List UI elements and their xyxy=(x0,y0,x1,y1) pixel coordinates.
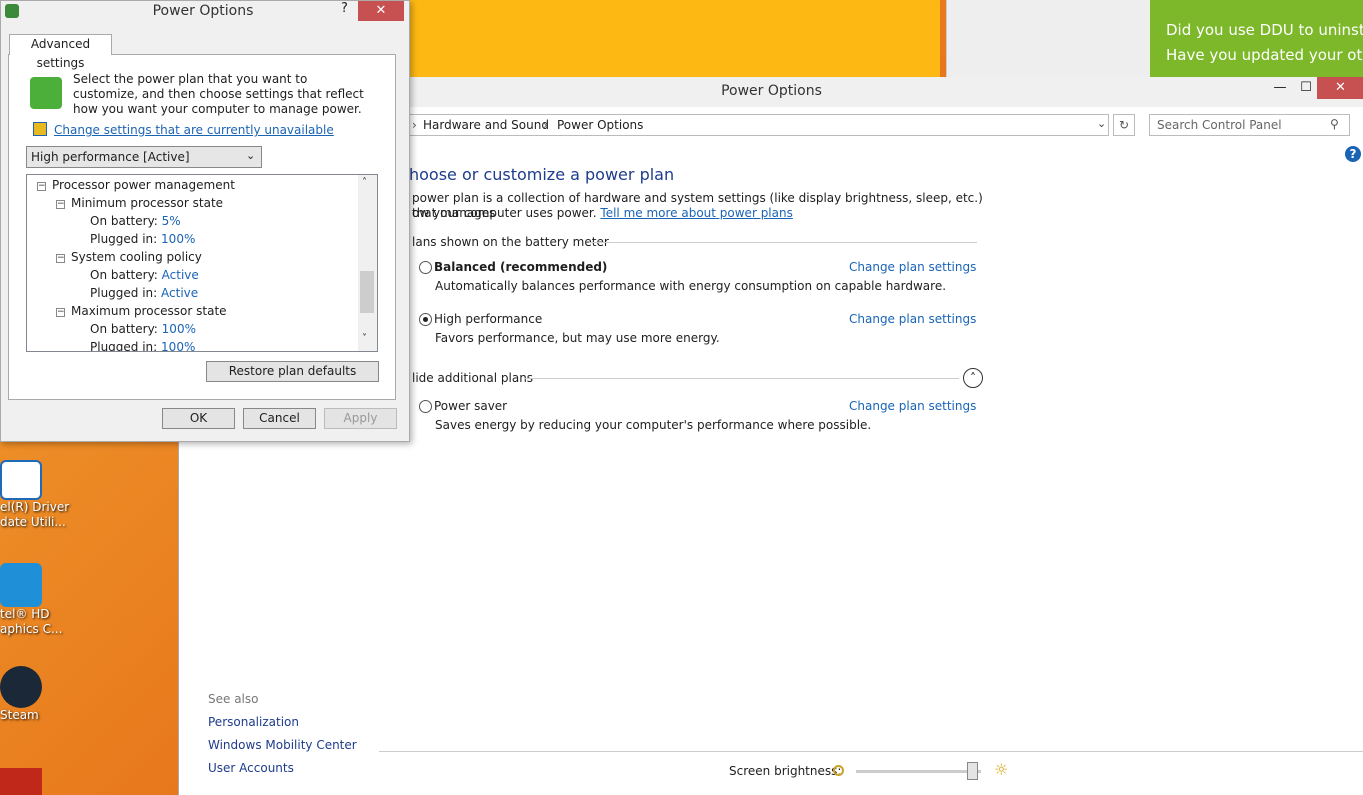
help-button[interactable]: ? xyxy=(341,1,348,16)
plan-description: Automatically balances performance with … xyxy=(435,279,947,293)
notification-line: Have you updated your othe xyxy=(1166,46,1363,64)
tab-advanced-settings[interactable]: Advanced settings xyxy=(9,34,112,70)
steam-icon xyxy=(0,666,42,708)
see-also-link[interactable]: Personalization xyxy=(208,715,299,730)
intro-text: ow your computer uses power. Tell me mor… xyxy=(412,206,793,220)
apply-button[interactable]: Apply xyxy=(324,408,397,429)
plan-dropdown-value: High performance [Active] xyxy=(31,150,190,164)
chevron-right-icon: › xyxy=(412,118,417,132)
collapse-node-icon[interactable]: − xyxy=(37,182,46,191)
divider xyxy=(379,751,1363,752)
plan-description: Saves energy by reducing your computer's… xyxy=(435,418,872,432)
see-also-link[interactable]: Windows Mobility Center xyxy=(208,738,357,753)
breadcrumb-item[interactable]: Hardware and Sound xyxy=(423,118,549,132)
tree-root[interactable]: Processor power management xyxy=(52,178,235,192)
close-button[interactable]: ✕ xyxy=(1317,77,1363,99)
divider xyxy=(524,378,959,379)
help-icon[interactable]: ? xyxy=(1345,146,1361,162)
see-also-heading: See also xyxy=(208,692,259,706)
tree-leaf[interactable]: On battery: Active xyxy=(90,268,199,282)
chevron-up-icon[interactable]: ˄ xyxy=(362,177,367,188)
chevron-down-icon[interactable]: ⌄ xyxy=(1097,117,1106,130)
change-plan-link[interactable]: Change plan settings xyxy=(849,260,976,275)
background-window xyxy=(946,0,1151,78)
change-unavailable-settings-link[interactable]: Change settings that are currently unava… xyxy=(54,123,334,138)
tree-group[interactable]: Maximum processor state xyxy=(71,304,227,318)
desktop-icon-intel-driver[interactable]: el(R) Driver date Utili... xyxy=(0,460,80,530)
collapse-node-icon[interactable]: − xyxy=(56,254,65,263)
see-also-link[interactable]: User Accounts xyxy=(208,761,294,776)
tree-leaf[interactable]: Plugged in: 100% xyxy=(90,232,195,246)
advanced-settings-dialog: Power Options ? ✕ Advanced settings Sele… xyxy=(0,0,410,442)
plan-description: Favors performance, but may use more ene… xyxy=(435,331,720,345)
desktop-icon-label: date Utili... xyxy=(0,515,66,529)
chevron-right-icon: › xyxy=(543,118,548,132)
shield-icon xyxy=(33,122,47,136)
chevron-down-icon[interactable]: ˅ xyxy=(362,333,367,344)
desktop-icon-label: aphics C... xyxy=(0,622,63,636)
intel-graphics-icon xyxy=(0,563,42,607)
app-icon[interactable] xyxy=(0,768,42,795)
plan-dropdown[interactable]: High performance [Active] ⌄ xyxy=(26,146,262,168)
plan-name: Balanced (recommended) xyxy=(434,260,608,274)
intel-icon xyxy=(0,460,42,500)
tree-leaf[interactable]: On battery: 5% xyxy=(90,214,181,228)
collapse-icon[interactable]: ˄ xyxy=(963,368,983,388)
plan-radio-power-saver[interactable] xyxy=(419,400,432,413)
tree-group[interactable]: System cooling policy xyxy=(71,250,202,264)
divider xyxy=(589,242,977,243)
section-title: lide additional plans xyxy=(412,371,534,385)
plan-name: Power saver xyxy=(434,399,508,413)
plan-radio-balanced[interactable] xyxy=(419,261,432,274)
restore-defaults-button[interactable]: Restore plan defaults xyxy=(206,361,379,382)
settings-tree[interactable]: − Processor power management − Minimum p… xyxy=(26,174,378,352)
address-bar[interactable]: › Hardware and Sound › Power Options ⌄ xyxy=(409,114,1109,136)
dialog-description: Select the power plan that you want to c… xyxy=(73,72,364,116)
learn-more-link[interactable]: Tell me more about power plans xyxy=(600,206,792,220)
plan-radio-high-performance[interactable] xyxy=(419,313,432,326)
search-icon[interactable]: ⚲ xyxy=(1330,117,1339,131)
close-button[interactable]: ✕ xyxy=(358,1,404,21)
change-plan-link[interactable]: Change plan settings xyxy=(849,312,976,327)
desktop-icon-label: tel® HD xyxy=(0,607,50,621)
chevron-down-icon: ⌄ xyxy=(246,149,256,162)
section-title: lans shown on the battery meter xyxy=(412,235,609,249)
change-plan-link[interactable]: Change plan settings xyxy=(849,399,976,414)
notification-panel: Did you use DDU to uninstal Have you upd… xyxy=(1150,0,1363,78)
page-title: hoose or customize a power plan xyxy=(409,165,675,184)
search-placeholder: Search Control Panel xyxy=(1157,118,1282,132)
tree-leaf[interactable]: Plugged in: 100% xyxy=(90,340,195,351)
brightness-slider-thumb[interactable] xyxy=(966,762,978,780)
dim-sun-icon xyxy=(833,765,844,776)
notification-line: Did you use DDU to uninstal xyxy=(1166,21,1363,39)
brightness-slider-track[interactable] xyxy=(856,770,981,773)
cancel-button[interactable]: Cancel xyxy=(243,408,316,429)
ok-button[interactable]: OK xyxy=(162,408,235,429)
bright-sun-icon: ☼ xyxy=(994,760,1009,779)
plan-name: High performance xyxy=(434,312,543,326)
background-window xyxy=(410,0,940,78)
tree-leaf[interactable]: On battery: 100% xyxy=(90,322,196,336)
desktop-icon-steam[interactable]: Steam xyxy=(0,666,80,723)
search-input[interactable]: Search Control Panel ⚲ xyxy=(1149,114,1350,136)
collapse-node-icon[interactable]: − xyxy=(56,200,65,209)
tree-group[interactable]: Minimum processor state xyxy=(71,196,223,210)
refresh-icon[interactable]: ↻ xyxy=(1113,114,1135,136)
scrollbar[interactable]: ˄ ˅ xyxy=(358,175,377,351)
battery-plug-icon xyxy=(30,77,62,109)
desktop-icon-label: el(R) Driver xyxy=(0,500,70,514)
tree-leaf[interactable]: Plugged in: Active xyxy=(90,286,198,300)
scrollbar-thumb[interactable] xyxy=(360,271,374,313)
breadcrumb-item[interactable]: Power Options xyxy=(557,118,643,132)
brightness-label: Screen brightness: xyxy=(729,764,842,778)
desktop-icon-intel-hd[interactable]: tel® HD aphics C... xyxy=(0,563,80,637)
collapse-node-icon[interactable]: − xyxy=(56,308,65,317)
desktop-icon-label: Steam xyxy=(0,708,39,722)
